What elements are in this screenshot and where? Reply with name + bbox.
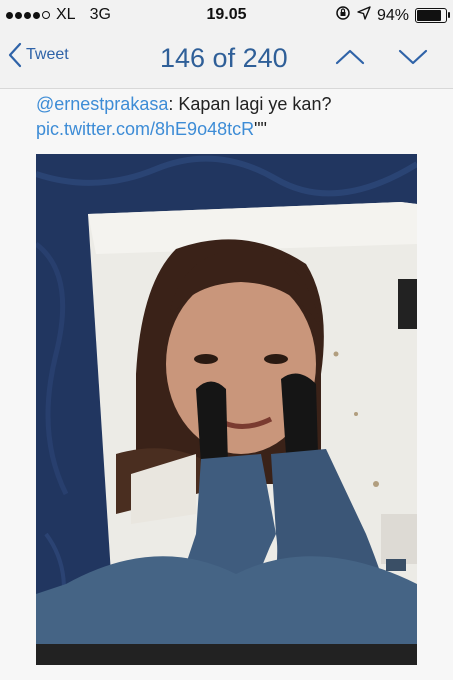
back-button-label: Tweet — [26, 46, 69, 63]
page-counter: 146 of 240 — [160, 43, 288, 73]
photo-link[interactable]: pic.twitter.com/8hE9o48tcR — [36, 119, 254, 139]
tweet-photo[interactable] — [36, 154, 417, 665]
battery-icon — [415, 8, 450, 23]
tweet-text: @ernestprakasa: Kapan lagi ye kan? pic.t… — [36, 92, 436, 142]
navigation-bar: Tweet 146 of 240 — [0, 30, 453, 89]
status-bar: XL 3G 19.05 94% — [0, 0, 453, 30]
battery-percent: 94% — [376, 6, 409, 24]
back-button[interactable]: Tweet — [8, 42, 69, 68]
photo-illustration — [36, 154, 417, 665]
rotation-lock-icon — [335, 5, 351, 26]
tweet-body: : Kapan lagi ye kan? — [168, 94, 332, 114]
mention-link[interactable]: @ernestprakasa — [36, 94, 168, 114]
next-button[interactable] — [398, 46, 428, 73]
chevron-up-icon — [335, 49, 365, 65]
tweet-trailing-quotes: "" — [254, 119, 267, 139]
chevron-left-icon — [8, 42, 22, 68]
chevron-down-icon — [398, 49, 428, 65]
status-right-group: 94% — [335, 5, 450, 26]
previous-button[interactable] — [335, 46, 365, 73]
location-arrow-icon — [357, 6, 371, 25]
